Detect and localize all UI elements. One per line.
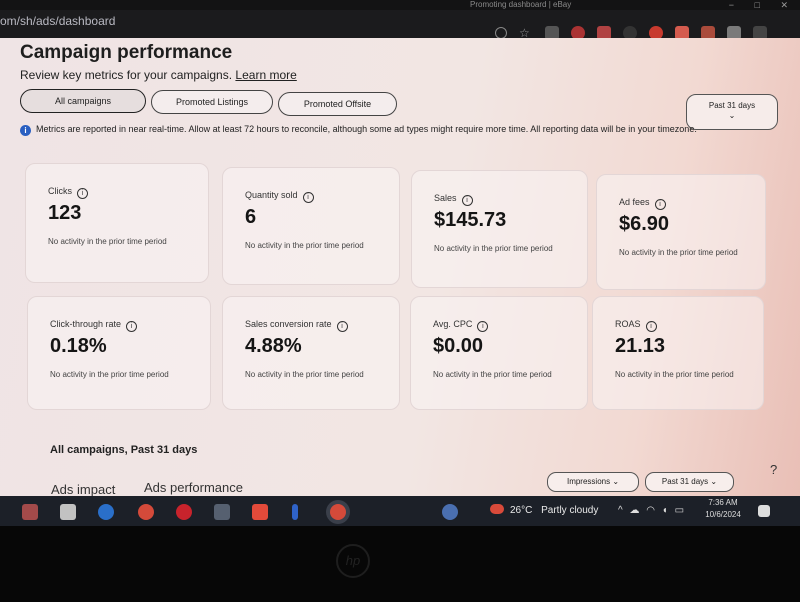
metric-value: $0.00: [433, 335, 484, 357]
help-icon[interactable]: i: [477, 321, 489, 332]
metric-note: No activity in the prior time period: [615, 370, 734, 379]
metric-card-avg-cpc: Avg. CPC i $0.00 No activity in the prior…: [410, 296, 588, 410]
tray-chevron-icon[interactable]: ^: [618, 505, 623, 516]
date-range-label: Past 31 days: [708, 101, 756, 110]
help-icon[interactable]: i: [654, 199, 666, 210]
chevron-down-icon: ⌄: [612, 477, 620, 486]
metric-card-ad-fees: Ad fees i $6.90 No activity in the prior …: [596, 174, 766, 290]
notice-text: Metrics are reported in near real-time. …: [36, 124, 697, 134]
metric-label: Click-through rate i: [50, 319, 138, 332]
help-icon[interactable]: i: [461, 195, 473, 206]
metric-label: Quantity sold i: [245, 190, 314, 203]
calendar-app-icon[interactable]: [60, 504, 76, 520]
wifi-icon[interactable]: ◠: [646, 505, 655, 516]
browser-chrome: Promoting dashboard | eBay − □ ✕ om/sh/a…: [0, 0, 800, 42]
metric-note: No activity in the prior time period: [434, 244, 553, 253]
metric-value: 4.88%: [245, 335, 302, 357]
help-icon[interactable]: i: [645, 321, 657, 332]
help-question-icon[interactable]: ?: [770, 462, 777, 477]
metric-value: $145.73: [434, 209, 507, 231]
metric-label: Clicks i: [48, 186, 88, 199]
tab-ads-impact[interactable]: Ads impact: [51, 482, 115, 496]
metric-card-click-through-rate: Click-through rate i 0.18% No activity in…: [27, 296, 211, 410]
metric-card-sales: Sales i $145.73 No activity in the prior …: [411, 170, 588, 288]
window-controls: − □ ✕: [711, 0, 788, 10]
laptop-bezel: [0, 526, 800, 602]
tab-bar: [0, 0, 800, 10]
anydesk-icon[interactable]: [252, 504, 268, 520]
page-title: Campaign performance: [20, 42, 233, 63]
system-tray: ^ ☁ ◠ ◖ ▭: [618, 496, 684, 526]
metric-label: Sales i: [434, 193, 473, 206]
file-explorer-icon[interactable]: [22, 504, 38, 520]
tab-promoted-listings[interactable]: Promoted Listings: [151, 90, 273, 114]
chevron-down-icon: ⌄: [728, 111, 736, 120]
metric-note: No activity in the prior time period: [245, 370, 364, 379]
info-icon: i: [20, 125, 31, 136]
metric-value: 123: [48, 202, 82, 224]
metric-value: 21.13: [615, 335, 666, 357]
help-icon[interactable]: i: [126, 321, 138, 332]
metric-dropdown[interactable]: Impressions ⌄: [547, 472, 639, 492]
metric-note: No activity in the prior time period: [245, 241, 364, 250]
metric-card-sales-conversion-rate: Sales conversion rate i 4.88% No activity…: [222, 296, 400, 410]
tab-ads-performance[interactable]: Ads performance: [144, 480, 243, 495]
metric-value: $6.90: [619, 213, 670, 235]
cloud-icon[interactable]: ☁: [629, 505, 639, 516]
taskbar-clock[interactable]: 7:36 AM 10/6/2024: [700, 497, 746, 521]
help-icon[interactable]: i: [336, 321, 348, 332]
metric-card-quantity-sold: Quantity sold i 6 No activity in the prio…: [222, 167, 400, 285]
metric-label: ROAS i: [615, 319, 657, 332]
date-dropdown-label: Past 31 days: [661, 477, 709, 486]
subtitle-text: Review key metrics for your campaigns.: [20, 68, 233, 82]
weather-icon: [490, 504, 504, 514]
summary-heading: All campaigns, Past 31 days: [50, 444, 198, 456]
mail-app-icon[interactable]: [98, 504, 114, 520]
minimize-button[interactable]: −: [729, 0, 734, 10]
help-icon[interactable]: i: [302, 192, 314, 203]
metric-card-roas: ROAS i 21.13 No activity in the prior tim…: [592, 296, 764, 410]
chrome-active-icon[interactable]: [330, 504, 346, 520]
metric-label: Avg. CPC i: [433, 319, 489, 332]
browser-tab[interactable]: Promoting dashboard | eBay: [470, 0, 600, 10]
metric-note: No activity in the prior time period: [433, 370, 552, 379]
metric-value: 6: [245, 206, 257, 228]
app-icon-blue[interactable]: [292, 504, 298, 520]
chevron-down-icon: ⌄: [710, 477, 718, 486]
metric-label: Ad fees i: [619, 197, 666, 210]
hp-logo: hp: [336, 544, 370, 578]
metric-note: No activity in the prior time period: [50, 370, 169, 379]
help-app-icon[interactable]: [442, 504, 458, 520]
clock-date: 10/6/2024: [705, 510, 741, 519]
metric-note: No activity in the prior time period: [48, 237, 167, 246]
page-subtitle: Review key metrics for your campaigns. L…: [20, 68, 297, 82]
weather-temp: 26°C: [510, 505, 533, 516]
learn-more-link[interactable]: Learn more: [235, 68, 296, 82]
metric-card-clicks: Clicks i 123 No activity in the prior tim…: [25, 163, 209, 283]
metric-dropdown-label: Impressions: [566, 477, 611, 486]
pinterest-icon[interactable]: [176, 504, 192, 520]
campaign-dashboard-page: Campaign performance Review key metrics …: [0, 38, 800, 496]
weather-text: Partly cloudy: [541, 505, 599, 516]
reporting-notice: i Metrics are reported in near real-time.…: [20, 123, 780, 136]
maximize-button[interactable]: □: [755, 0, 760, 10]
metric-value: 0.18%: [50, 335, 107, 357]
close-window-button[interactable]: ✕: [780, 0, 788, 10]
volume-icon[interactable]: ◖: [662, 505, 668, 516]
tab-all-campaigns[interactable]: All campaigns: [20, 89, 146, 113]
battery-icon[interactable]: ▭: [675, 505, 684, 516]
metric-label: Sales conversion rate i: [245, 319, 348, 332]
help-icon[interactable]: i: [77, 188, 88, 199]
tab-promoted-offsite[interactable]: Promoted Offsite: [278, 92, 397, 116]
weather-widget[interactable]: 26°C Partly cloudy: [490, 496, 598, 526]
address-bar[interactable]: om/sh/ads/dashboard: [0, 12, 460, 30]
date-dropdown[interactable]: Past 31 days ⌄: [645, 472, 734, 492]
taskbar: 26°C Partly cloudy ^ ☁ ◠ ◖ ▭ 7:36 AM 10/…: [0, 496, 800, 526]
metric-note: No activity in the prior time period: [619, 248, 738, 257]
calculator-icon[interactable]: [214, 504, 230, 520]
notifications-icon[interactable]: [758, 505, 770, 517]
chrome-icon[interactable]: [138, 504, 154, 520]
clock-time: 7:36 AM: [708, 498, 738, 507]
